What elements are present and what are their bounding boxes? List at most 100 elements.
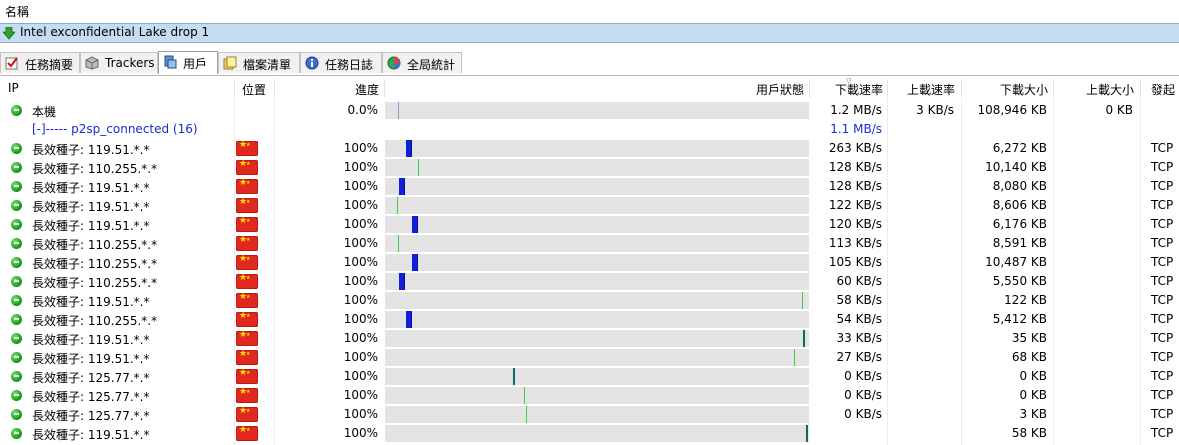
tab-trackers[interactable]: Trackers <box>80 52 158 73</box>
col-down-size[interactable]: 下載大小 <box>962 81 1048 98</box>
col-ip[interactable]: IP <box>8 81 19 95</box>
china-flag-icon <box>236 273 258 289</box>
table-row[interactable]: 長效種子: 125.77.*.* 100% 0 KB/s 0 KB TCP <box>0 367 1179 386</box>
peer-progress: 100% <box>343 388 378 402</box>
peer-ip: 長效種子: 110.255.*.* <box>32 238 158 252</box>
status-mark <box>406 311 412 328</box>
peer-status-bar <box>385 311 809 328</box>
peer-down-size: 3 KB <box>1019 407 1047 421</box>
table-row-local[interactable]: 本機 0.0% 1.2 MB/s 3 KB/s 108,946 KB 0 KB <box>0 101 1179 120</box>
tab-peers[interactable]: 用戶 <box>158 51 218 74</box>
table-row[interactable]: 長效種子: 119.51.*.* 100% 27 KB/s 68 KB TCP <box>0 348 1179 367</box>
peer-down-rate: 263 KB/s <box>828 141 882 155</box>
china-flag-icon <box>236 311 258 327</box>
table-row[interactable]: 長效種子: 119.51.*.* 100% 33 KB/s 35 KB TCP <box>0 329 1179 348</box>
peer-origin: TCP <box>1151 236 1174 250</box>
peer-progress: 100% <box>343 407 378 421</box>
table-row[interactable]: 長效種子: 119.51.*.* 100% 58 KB/s 122 KB TCP <box>0 291 1179 310</box>
col-progress[interactable]: 進度 <box>276 81 379 98</box>
peer-status-icon <box>11 219 22 230</box>
peer-down-size: 6,272 KB <box>992 141 1047 155</box>
peer-progress: 100% <box>343 160 378 174</box>
peer-progress: 100% <box>343 274 378 288</box>
status-mark <box>412 254 418 271</box>
tab-summary[interactable]: 任務摘要 <box>0 52 80 73</box>
peer-ip: 長效種子: 119.51.*.* <box>32 181 150 195</box>
peer-origin: TCP <box>1151 179 1174 193</box>
name-column-header[interactable]: 名稱 <box>0 0 1179 22</box>
tab-label: 全局統計 <box>407 58 456 72</box>
peer-down-size: 0 KB <box>1019 369 1047 383</box>
table-row[interactable]: 長效種子: 119.51.*.* 100% 122 KB/s 8,606 KB … <box>0 196 1179 215</box>
peer-ip: 長效種子: 119.51.*.* <box>32 200 150 214</box>
peer-origin: TCP <box>1151 350 1174 364</box>
tab-label: 檔案清單 <box>243 58 292 72</box>
peer-down-rate: 128 KB/s <box>828 179 882 193</box>
group-down-rate: 1.1 MB/s <box>830 122 882 136</box>
peer-status-icon <box>11 352 22 363</box>
peer-origin: TCP <box>1151 312 1174 326</box>
table-row[interactable]: 長效種子: 125.77.*.* 100% 0 KB/s 0 KB TCP <box>0 386 1179 405</box>
peer-origin: TCP <box>1151 160 1174 174</box>
china-flag-icon <box>236 387 258 403</box>
peer-status-icon <box>11 181 22 192</box>
peer-down-size: 8,606 KB <box>992 198 1047 212</box>
table-row[interactable]: 長效種子: 125.77.*.* 100% 0 KB/s 3 KB TCP <box>0 405 1179 424</box>
col-location[interactable]: 位置 <box>242 81 266 98</box>
peer-status-bar <box>385 387 809 404</box>
group-row[interactable]: [-]----- p2sp_connected (16) 1.1 MB/s <box>0 120 1179 139</box>
peer-ip: 長效種子: 119.51.*.* <box>32 352 150 366</box>
table-row[interactable]: 長效種子: 110.255.*.* 100% 60 KB/s 5,550 KB … <box>0 272 1179 291</box>
table-row[interactable]: 長效種子: 110.255.*.* 100% 105 KB/s 10,487 K… <box>0 253 1179 272</box>
peer-down-size: 8,591 KB <box>992 236 1047 250</box>
status-mark <box>399 273 405 290</box>
tab-log[interactable]: 任務日誌 <box>300 52 382 73</box>
col-origin[interactable]: 發起 <box>1151 81 1175 98</box>
table-row[interactable]: 長效種子: 119.51.*.* 100% 128 KB/s 8,080 KB … <box>0 177 1179 196</box>
peer-ip: 長效種子: 119.51.*.* <box>32 219 150 233</box>
peer-progress: 100% <box>343 198 378 212</box>
peer-origin: TCP <box>1151 274 1174 288</box>
peer-down-size: 122 KB <box>1004 293 1047 307</box>
table-row[interactable]: 長效種子: 110.255.*.* 100% 54 KB/s 5,412 KB … <box>0 310 1179 329</box>
peer-status-bar <box>385 197 809 214</box>
china-flag-icon <box>236 349 258 365</box>
peer-progress: 100% <box>343 179 378 193</box>
table-row[interactable]: 長效種子: 119.51.*.* 100% 263 KB/s 6,272 KB … <box>0 139 1179 158</box>
status-mark <box>418 159 419 176</box>
peer-down-size: 35 KB <box>1011 331 1047 345</box>
task-title: Intel exconfidential Lake drop 1 <box>20 25 210 39</box>
peer-status-bar <box>385 406 809 423</box>
peer-status-bar <box>385 254 809 271</box>
peer-ip: 長效種子: 125.77.*.* <box>32 371 150 385</box>
peer-down-size: 6,176 KB <box>992 217 1047 231</box>
tab-files[interactable]: 檔案清單 <box>218 52 300 73</box>
peer-down-size: 5,412 KB <box>992 312 1047 326</box>
peer-progress: 100% <box>343 236 378 250</box>
china-flag-icon <box>236 425 258 441</box>
group-label[interactable]: [-]----- p2sp_connected (16) <box>32 122 198 136</box>
peer-status-icon <box>11 428 22 439</box>
table-row[interactable]: 長效種子: 110.255.*.* 100% 128 KB/s 10,140 K… <box>0 158 1179 177</box>
peer-down-rate: 58 KB/s <box>836 293 882 307</box>
status-mark <box>513 368 515 385</box>
col-up-rate[interactable]: 上載速率 <box>888 81 955 98</box>
china-flag-icon <box>236 292 258 308</box>
peer-origin: TCP <box>1151 369 1174 383</box>
peer-down-rate: 0 KB/s <box>844 369 882 383</box>
peer-status-bar <box>385 216 809 233</box>
task-row[interactable]: Intel exconfidential Lake drop 1 <box>0 23 1179 43</box>
peer-progress: 100% <box>343 331 378 345</box>
table-row[interactable]: 長效種子: 119.51.*.* 100% 120 KB/s 6,176 KB … <box>0 215 1179 234</box>
status-mark <box>397 197 398 214</box>
col-down-rate[interactable]: 下載速率 <box>810 81 883 98</box>
table-row[interactable]: 長效種子: 110.255.*.* 100% 113 KB/s 8,591 KB… <box>0 234 1179 253</box>
col-status[interactable]: 用戶狀態 <box>385 81 804 98</box>
col-up-size[interactable]: 上載大小 <box>1054 81 1134 98</box>
tab-stats[interactable]: 全局統計 <box>382 52 462 73</box>
peer-origin: TCP <box>1151 255 1174 269</box>
china-flag-icon <box>236 330 258 346</box>
table-row[interactable]: 長效種子: 119.51.*.* 100% 58 KB TCP <box>0 424 1179 443</box>
peer-status-bar <box>385 425 809 442</box>
peer-origin: TCP <box>1151 217 1174 231</box>
